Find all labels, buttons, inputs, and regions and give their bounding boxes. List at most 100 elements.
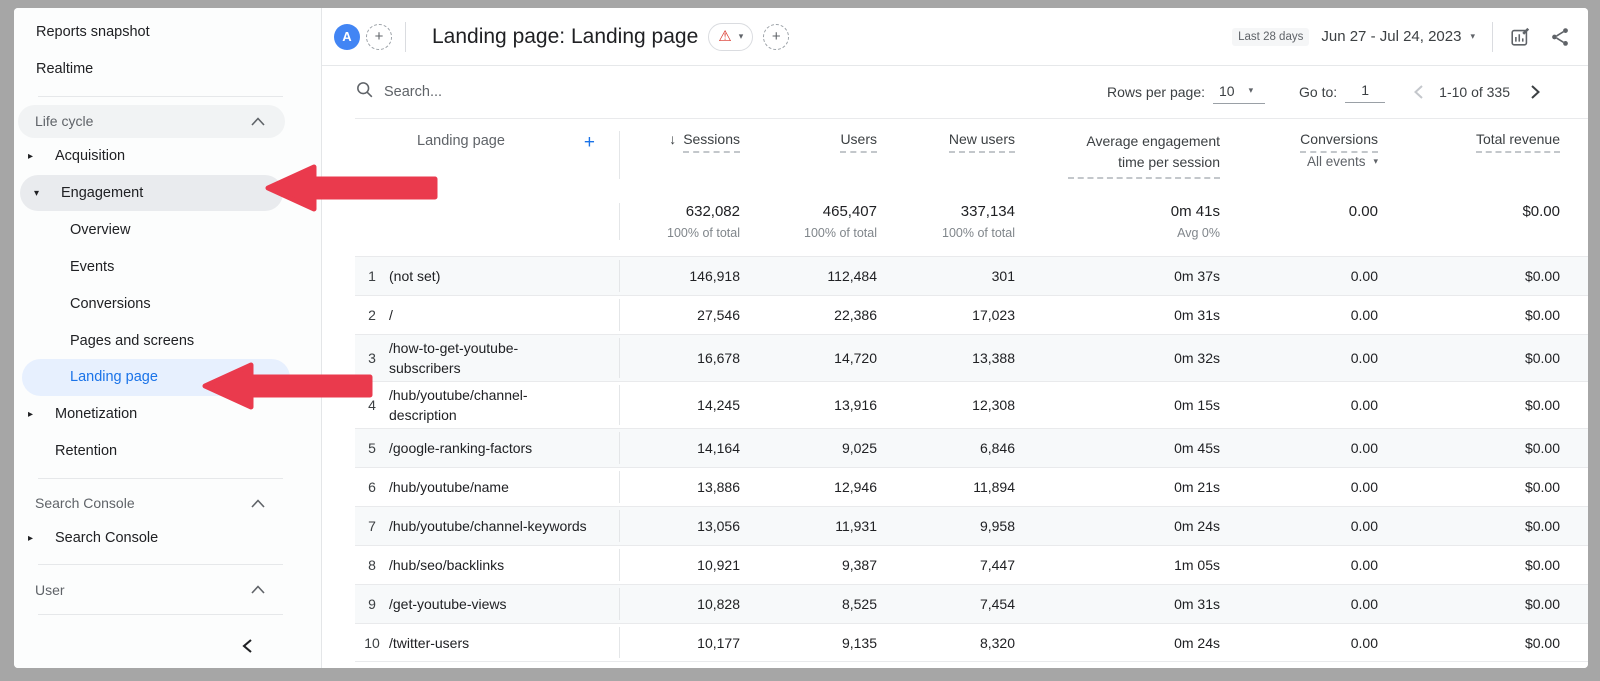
sidebar-item-engagement[interactable]: ▾ Engagement: [20, 175, 283, 212]
users-cell: 9,387: [740, 557, 877, 573]
section-header-search-console[interactable]: Search Console: [14, 487, 285, 520]
sidebar-item-label: Retention: [55, 443, 117, 459]
row-number: 10: [355, 635, 389, 651]
avg-engagement-cell: 0m 21s: [1015, 479, 1220, 495]
new-users-column-header[interactable]: New users: [877, 131, 1015, 179]
sidebar-item-overview[interactable]: Overview: [14, 211, 321, 248]
chevron-right-icon: ▸: [28, 409, 55, 420]
sidebar-item-acquisition[interactable]: ▸ Acquisition: [14, 138, 321, 175]
report-main: A + Landing page: Landing page ⚠ ▾ + Las…: [322, 8, 1588, 668]
warning-icon: ⚠: [718, 29, 731, 44]
avg-engagement-cell: 0m 15s: [1015, 397, 1220, 413]
sidebar-item-landing-page[interactable]: Landing page: [22, 359, 290, 396]
avg-engagement-header-label[interactable]: Average engagement time per session: [1068, 131, 1220, 179]
report-nav-sidebar: Reports snapshot Realtime Life cycle ▸ A…: [14, 8, 322, 668]
total-revenue-column-header[interactable]: Total revenue: [1378, 131, 1588, 179]
new-users-header-label[interactable]: New users: [949, 131, 1015, 153]
table-row[interactable]: 8 /hub/seo/backlinks 10,921 9,387 7,447 …: [355, 545, 1588, 584]
next-page-icon[interactable]: [1524, 81, 1546, 103]
revenue-cell: $0.00: [1378, 350, 1588, 366]
avatar[interactable]: A: [334, 24, 360, 50]
table-row[interactable]: 7 /hub/youtube/channel-keywords 13,056 1…: [355, 506, 1588, 545]
sidebar-item-search-console[interactable]: ▸ Search Console: [14, 520, 321, 557]
table-row[interactable]: 1 (not set) 146,918 112,484 301 0m 37s 0…: [355, 256, 1588, 295]
sessions-cell: 14,245: [620, 397, 740, 413]
conversions-event-filter[interactable]: All events ▾: [1307, 154, 1378, 169]
sessions-column-header[interactable]: ↓Sessions: [620, 131, 740, 179]
table-row[interactable]: 2 / 27,546 22,386 17,023 0m 31s 0.00 $0.…: [355, 295, 1588, 334]
rows-per-page-select[interactable]: 10 ▾: [1213, 81, 1265, 104]
conversions-cell: 0.00: [1220, 440, 1378, 456]
revenue-cell: $0.00: [1378, 307, 1588, 323]
avg-engagement-cell: 0m 37s: [1015, 268, 1220, 284]
users-cell: 112,484: [740, 268, 877, 284]
collapse-sidebar-button[interactable]: [235, 634, 259, 658]
users-column-header[interactable]: Users: [740, 131, 877, 179]
sidebar-divider: [38, 478, 283, 479]
avg-engagement-cell: 0m 24s: [1015, 518, 1220, 534]
conversions-header-label[interactable]: Conversions: [1300, 131, 1378, 153]
sessions-header-label[interactable]: Sessions: [683, 131, 740, 153]
chevron-right-icon: ▸: [28, 151, 55, 162]
previous-page-icon[interactable]: [1407, 81, 1429, 103]
insights-icon[interactable]: [1508, 25, 1532, 49]
total-revenue-header-label[interactable]: Total revenue: [1476, 131, 1560, 153]
avg-engagement-column-header[interactable]: Average engagement time per session: [1015, 131, 1220, 179]
users-cell: 8,525: [740, 596, 877, 612]
sidebar-item-label: Realtime: [36, 61, 93, 77]
data-quality-badge[interactable]: ⚠ ▾: [708, 23, 753, 51]
users-header-label[interactable]: Users: [840, 131, 877, 153]
table-row[interactable]: 3 /how-to-get-youtube-subscribers 16,678…: [355, 334, 1588, 381]
add-dimension-icon[interactable]: +: [584, 133, 595, 152]
sessions-cell: 14,164: [620, 440, 740, 456]
section-label: Search Console: [35, 495, 251, 511]
row-number: 1: [355, 268, 389, 284]
users-cell: 9,135: [740, 635, 877, 651]
search-icon: [355, 80, 374, 104]
sidebar-item-reports-snapshot[interactable]: Reports snapshot: [14, 14, 321, 51]
table-row[interactable]: 4 /hub/youtube/channel-description 14,24…: [355, 381, 1588, 428]
new-users-cell: 17,023: [877, 307, 1015, 323]
row-number: 5: [355, 440, 389, 456]
date-range-picker[interactable]: Jun 27 - Jul 24, 2023 ▾: [1321, 28, 1475, 45]
conversions-cell: 0.00: [1220, 518, 1378, 534]
caret-down-icon: ▾: [1470, 32, 1475, 41]
avg-engagement-cell: 1m 05s: [1015, 557, 1220, 573]
sessions-cell: 10,921: [620, 557, 740, 573]
sidebar-item-pages-and-screens[interactable]: Pages and screens: [14, 322, 321, 359]
totals-spacer: [355, 203, 620, 240]
sidebar-item-realtime[interactable]: Realtime: [14, 51, 321, 88]
sidebar-item-conversions[interactable]: Conversions: [14, 285, 321, 322]
rows-per-page-value: 10: [1219, 83, 1235, 99]
share-icon[interactable]: [1548, 25, 1572, 49]
sidebar-item-label: Acquisition: [55, 148, 125, 164]
sidebar-item-label: Landing page: [70, 369, 158, 385]
sidebar-item-monetization[interactable]: ▸ Monetization: [14, 396, 321, 433]
table-row[interactable]: 6 /hub/youtube/name 13,886 12,946 11,894…: [355, 467, 1588, 506]
row-number: 4: [355, 397, 389, 413]
new-users-cell: 6,846: [877, 440, 1015, 456]
section-header-user[interactable]: User: [14, 573, 285, 606]
totals-avg-engagement: 0m 41s Avg 0%: [1015, 203, 1220, 240]
revenue-cell: $0.00: [1378, 440, 1588, 456]
new-users-cell: 8,320: [877, 635, 1015, 651]
sidebar-item-events[interactable]: Events: [14, 248, 321, 285]
landing-page-header-label[interactable]: Landing page: [417, 133, 505, 149]
goto-page-input[interactable]: 1: [1345, 82, 1385, 103]
search-input[interactable]: Search...: [355, 80, 1107, 104]
caret-down-icon: ▾: [739, 32, 744, 41]
add-filter-button[interactable]: +: [763, 24, 789, 50]
sidebar-item-label: Monetization: [55, 406, 137, 422]
table-row[interactable]: 10 /twitter-users 10,177 9,135 8,320 0m …: [355, 623, 1588, 662]
sidebar-item-retention[interactable]: Retention: [14, 433, 321, 470]
revenue-cell: $0.00: [1378, 518, 1588, 534]
section-header-life-cycle[interactable]: Life cycle: [18, 105, 285, 138]
users-cell: 22,386: [740, 307, 877, 323]
table-row[interactable]: 5 /google-ranking-factors 14,164 9,025 6…: [355, 428, 1588, 467]
row-number: 7: [355, 518, 389, 534]
users-cell: 9,025: [740, 440, 877, 456]
conversions-column-header[interactable]: Conversions All events ▾: [1220, 131, 1378, 179]
totals-revenue: $0.00: [1378, 203, 1588, 240]
add-comparison-button[interactable]: +: [366, 24, 392, 50]
table-row[interactable]: 9 /get-youtube-views 10,828 8,525 7,454 …: [355, 584, 1588, 623]
